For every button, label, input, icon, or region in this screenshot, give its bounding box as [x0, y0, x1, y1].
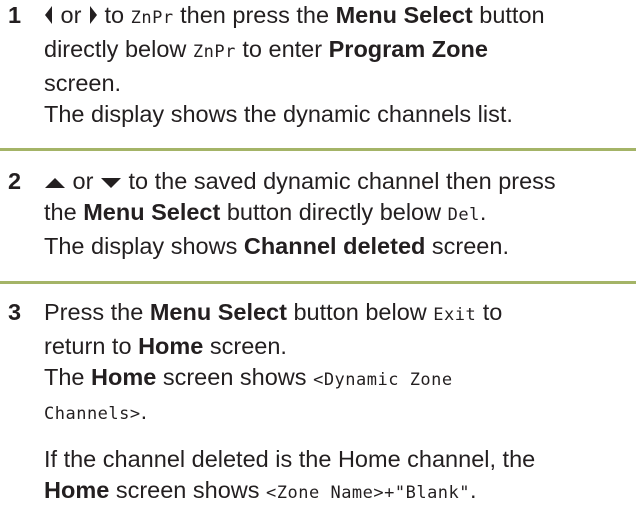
- separator-line: [0, 281, 636, 284]
- menu-select-label: Menu Select: [335, 2, 473, 28]
- menu-select-label: Menu Select: [83, 199, 221, 225]
- step-1: 1 or to ZnPr then press the Menu Select …: [0, 0, 636, 150]
- step-line: the Menu Select button directly below De…: [44, 197, 630, 231]
- step-3: 3 Press the Menu Select button below Exi…: [0, 297, 636, 503]
- step-text: button below: [293, 299, 427, 325]
- step-text: to: [104, 2, 125, 28]
- up-arrow-icon: [45, 178, 65, 188]
- step-text: to: [482, 299, 503, 325]
- step-text: screen shows: [162, 364, 307, 390]
- step-text: .: [140, 398, 148, 424]
- display-code-dynamic: <Dynamic Zone: [313, 370, 453, 390]
- step-text: Press the: [44, 299, 144, 325]
- step-text: then press the: [180, 2, 330, 28]
- display-code-del: Del: [447, 205, 480, 225]
- step-body: or to the saved dynamic channel then pre…: [44, 166, 630, 262]
- step-line: Channels>.: [44, 396, 630, 430]
- home-label: Home: [44, 477, 110, 503]
- home-label: Home: [138, 333, 204, 359]
- menu-select-label: Menu Select: [149, 299, 287, 325]
- step-line: If the channel deleted is the Home chann…: [44, 446, 536, 472]
- step-line: Home screen shows <Zone Name>+"Blank".: [44, 475, 630, 509]
- display-note: The display shows the dynamic channels l…: [44, 101, 513, 127]
- step-text: return to: [44, 333, 132, 359]
- step-number: 3: [8, 299, 22, 325]
- step-text: to enter: [242, 36, 323, 62]
- right-arrow-icon: [89, 6, 97, 24]
- step-number: 2: [8, 168, 22, 194]
- step-line: The Home screen shows <Dynamic Zone: [44, 362, 630, 396]
- step-2: 2 or to the saved dynamic channel then p…: [0, 166, 636, 281]
- program-zone-label: Program Zone: [328, 36, 488, 62]
- step-text: directly below: [44, 36, 187, 62]
- step-line: screen.: [44, 70, 122, 96]
- channel-deleted-label: Channel deleted: [243, 233, 426, 259]
- step-line: or to ZnPr then press the Menu Select bu…: [44, 0, 630, 34]
- step-line: directly below ZnPr to enter Program Zon…: [44, 34, 630, 68]
- step-text: .: [470, 477, 477, 503]
- step-text: button directly below: [226, 199, 442, 225]
- step-number: 1: [8, 2, 22, 28]
- display-code-exit: Exit: [433, 305, 477, 325]
- down-arrow-icon: [100, 178, 121, 188]
- step-text: screen shows: [115, 477, 260, 503]
- home-label: Home: [91, 364, 157, 390]
- step-text: screen.: [209, 333, 287, 359]
- separator-line: [0, 148, 636, 151]
- step-text: .: [479, 199, 487, 225]
- step-text: button: [479, 2, 545, 28]
- step-text: the: [44, 199, 77, 225]
- step-text: The: [44, 364, 85, 390]
- step-text: or: [60, 2, 82, 28]
- step-line: Press the Menu Select button below Exit …: [44, 297, 630, 331]
- left-arrow-icon: [45, 6, 52, 24]
- display-code-zone-name: <Zone Name>+"Blank": [266, 483, 471, 503]
- step-line: The display shows Channel deleted screen…: [44, 231, 630, 262]
- step-text: screen.: [431, 233, 509, 259]
- display-code-znpr: ZnPr: [130, 8, 174, 28]
- step-body: or to ZnPr then press the Menu Select bu…: [44, 0, 630, 130]
- display-code-znpr: ZnPr: [192, 42, 236, 62]
- step-text: to the saved dynamic channel then press: [128, 168, 556, 194]
- display-code-dynamic: Channels>: [44, 404, 141, 424]
- step-body: Press the Menu Select button below Exit …: [44, 297, 630, 509]
- step-line: or to the saved dynamic channel then pre…: [44, 166, 630, 197]
- step-text: The display shows: [44, 233, 238, 259]
- step-text: or: [72, 168, 94, 194]
- step-line: return to Home screen.: [44, 331, 630, 362]
